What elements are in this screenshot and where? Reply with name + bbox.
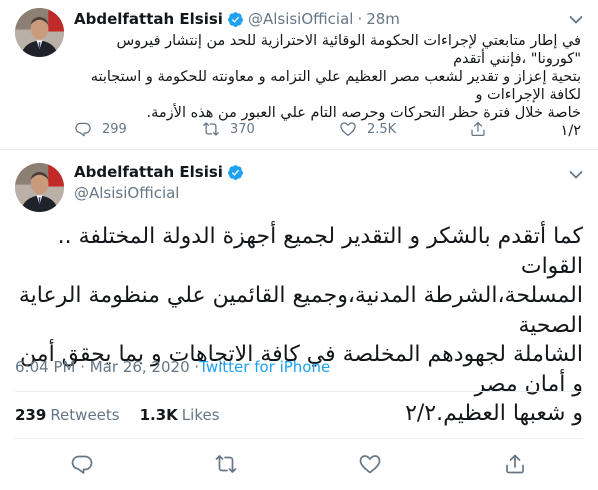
tweet-text-line: بتحية إعزاز و تقدير لشعب مصر العظيم علي … — [90, 69, 581, 103]
tweet-text-line: في إطار متابعتي لإجراءات الحكومة الوقائي… — [116, 33, 581, 67]
tweet-stats: 239 Retweets 1.3K Likes — [15, 404, 220, 426]
retweet-count: 370 — [230, 121, 255, 137]
retweets-label[interactable]: Retweets — [50, 406, 119, 424]
tweet-header: Abdelfattah Elsisi @AlsisiOfficial · 28m — [74, 9, 400, 29]
verified-badge-icon — [227, 11, 244, 28]
retweet-button[interactable]: 370 — [202, 120, 255, 138]
parent-tweet[interactable]: Abdelfattah Elsisi @AlsisiOfficial · 28m… — [0, 0, 598, 150]
like-icon[interactable] — [358, 452, 382, 476]
like-count: 2.5K — [367, 121, 397, 137]
share-button[interactable] — [469, 120, 497, 138]
reply-button[interactable]: 299 — [74, 120, 127, 138]
retweets-count[interactable]: 239 — [15, 406, 46, 424]
like-icon — [339, 120, 357, 138]
tweet-timestamp[interactable]: 6:04 PM · Mar 26, 2020 · — [15, 358, 199, 376]
tweet-actions: 299 370 2.5K — [74, 120, 544, 140]
reply-icon[interactable] — [70, 452, 94, 476]
tweet-author: Abdelfattah Elsisi — [74, 163, 248, 181]
retweet-icon — [202, 120, 220, 138]
tweet-text-line: المسلحة،الشرطة المدنية،وجميع القائمين عل… — [18, 283, 583, 338]
user-handle[interactable]: @AlsisiOfficial — [74, 184, 179, 202]
user-handle[interactable]: @AlsisiOfficial — [248, 10, 353, 28]
tweet-text: كما أتقدم بالشكر و التقدير لجميع أجهزة ا… — [15, 222, 583, 429]
share-icon — [469, 120, 487, 138]
display-name[interactable]: Abdelfattah Elsisi — [74, 10, 223, 28]
tweet-meta: 6:04 PM · Mar 26, 2020 · Twitter for iPh… — [15, 357, 330, 377]
chevron-down-icon[interactable] — [569, 15, 583, 25]
separator-dot: · — [357, 10, 363, 28]
verified-badge-icon — [227, 164, 244, 181]
chevron-down-icon[interactable] — [569, 170, 583, 180]
avatar[interactable] — [15, 8, 64, 57]
share-icon[interactable] — [503, 452, 527, 476]
like-button[interactable]: 2.5K — [339, 120, 396, 138]
tweet-time[interactable]: 28m — [366, 10, 400, 28]
divider — [15, 391, 583, 392]
divider — [15, 438, 583, 439]
display-name[interactable]: Abdelfattah Elsisi — [74, 163, 223, 181]
likes-count[interactable]: 1.3K — [140, 406, 178, 424]
reply-count: 299 — [102, 121, 127, 137]
tweet-text-line: كما أتقدم بالشكر و التقدير لجميع أجهزة ا… — [57, 224, 583, 279]
likes-label[interactable]: Likes — [182, 406, 220, 424]
tweet-source-link[interactable]: Twitter for iPhone — [199, 358, 330, 376]
tweet-actions — [15, 452, 583, 478]
retweet-icon[interactable] — [214, 452, 238, 476]
reply-icon — [74, 120, 92, 138]
avatar[interactable] — [15, 163, 64, 212]
